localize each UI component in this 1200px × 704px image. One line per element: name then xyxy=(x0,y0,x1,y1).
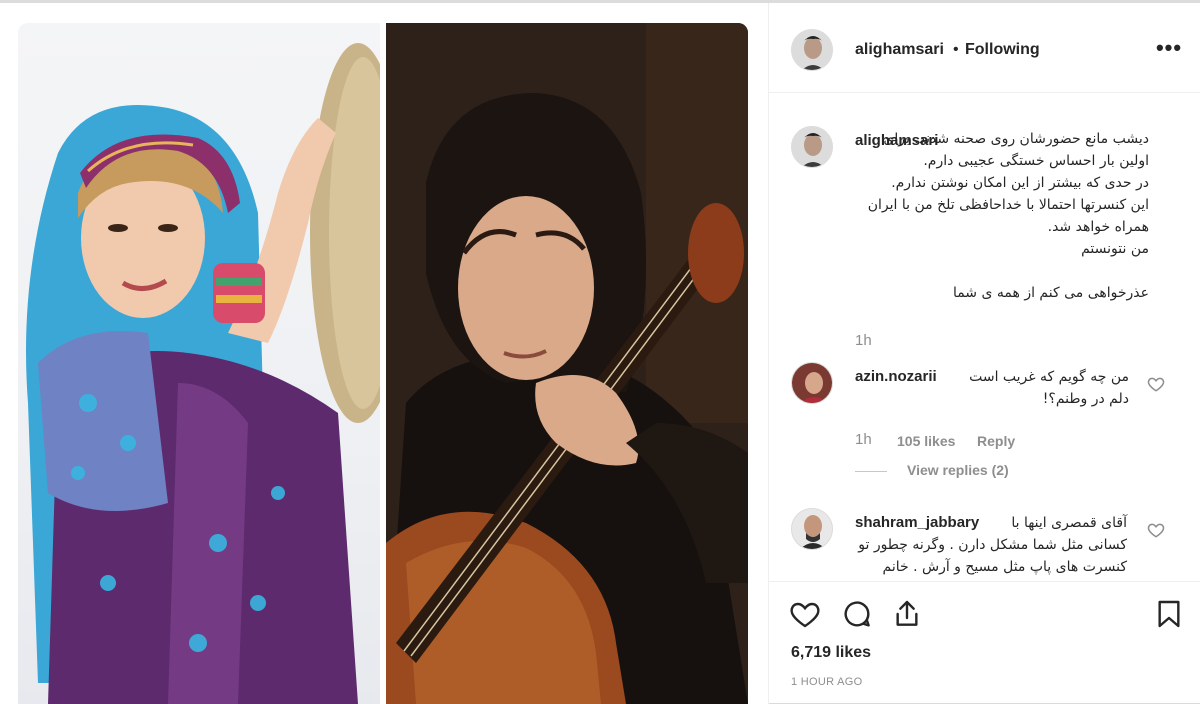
post-header: alighamsari • Following ••• xyxy=(769,3,1200,93)
follow-status-button[interactable]: Following xyxy=(965,41,1040,59)
comment-icon[interactable] xyxy=(841,598,873,630)
comment-text: آقای قمصری اینها با کسانی مثل شما مشکل د… xyxy=(858,515,1127,575)
comments-list[interactable]: alighamsari دیشب مانع حضورشان روی صحنه ش… xyxy=(769,94,1200,581)
author-avatar[interactable] xyxy=(791,29,833,71)
reply-button[interactable]: Reply xyxy=(977,433,1015,449)
view-replies-button[interactable]: View replies (2) xyxy=(907,462,1009,478)
instagram-post: alighamsari • Following ••• alighamsari … xyxy=(0,3,1200,704)
photo-dancer xyxy=(18,23,380,704)
post-sidebar: alighamsari • Following ••• alighamsari … xyxy=(768,3,1200,704)
post-actions: 6,719 likes 1 HOUR AGO xyxy=(769,581,1200,704)
more-options-icon[interactable]: ••• xyxy=(1153,37,1185,61)
comment-text: من چه گویم که غریب است دلم در وطنم؟! xyxy=(969,369,1129,407)
comment-avatar[interactable] xyxy=(791,362,833,404)
heart-icon[interactable] xyxy=(789,598,821,630)
comment-username[interactable]: azin.nozarii xyxy=(855,368,937,385)
comment-avatar[interactable] xyxy=(791,508,833,550)
replies-divider xyxy=(855,471,887,472)
caption-avatar[interactable] xyxy=(791,126,833,168)
caption-text: دیشب مانع حضورشان روی صحنه شدند. برای او… xyxy=(867,131,1149,301)
author-username[interactable]: alighamsari xyxy=(855,41,944,59)
header-separator: • xyxy=(953,41,959,58)
share-icon[interactable] xyxy=(891,598,923,630)
post-timestamp[interactable]: 1 HOUR AGO xyxy=(791,676,862,688)
photo-cellist xyxy=(386,23,748,704)
post-media[interactable] xyxy=(0,3,768,704)
comment-heart-icon[interactable] xyxy=(1147,521,1165,539)
comment-time: 1h xyxy=(855,431,872,448)
comment-likes[interactable]: 105 likes xyxy=(897,433,955,449)
bookmark-icon[interactable] xyxy=(1153,598,1185,630)
caption-time: 1h xyxy=(855,332,872,349)
post-likes-count[interactable]: 6,719 likes xyxy=(791,644,871,662)
comment-heart-icon[interactable] xyxy=(1147,375,1165,393)
